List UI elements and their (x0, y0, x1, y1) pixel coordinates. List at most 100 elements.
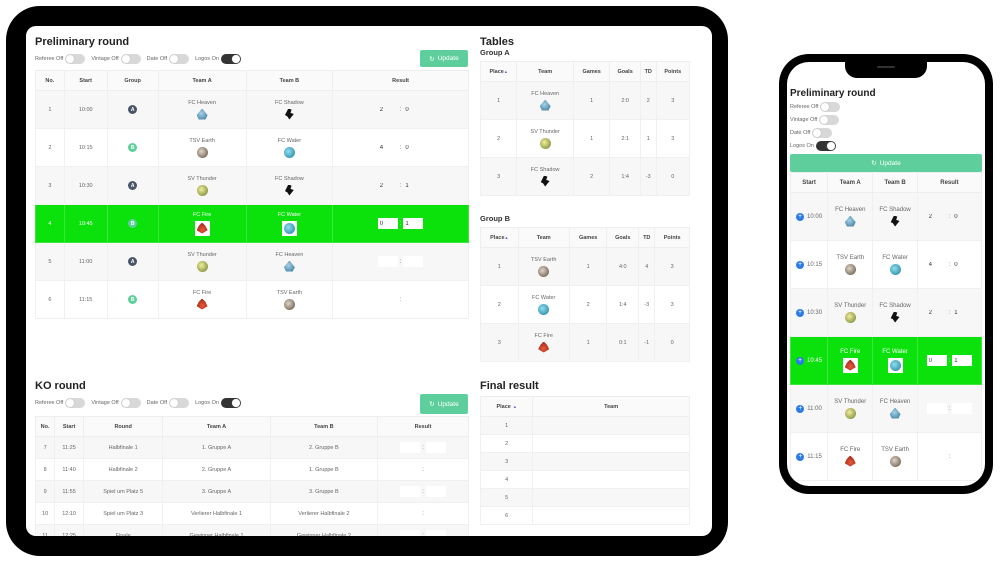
toggle-logos-on[interactable]: Logos On (195, 54, 244, 64)
score-a-input[interactable] (377, 256, 398, 267)
toggle-switch[interactable] (65, 54, 86, 64)
toggle-switch[interactable] (815, 141, 836, 151)
score-a-input[interactable] (377, 104, 398, 115)
column-header-team[interactable]: Team (517, 227, 570, 248)
score-b-input[interactable] (952, 451, 973, 462)
column-header-place[interactable]: Place▲ (479, 396, 534, 417)
expand-plus-icon[interactable]: + (796, 404, 805, 413)
phone-match-row[interactable]: +10:00 FC Heaven FC Shadow: (789, 192, 983, 241)
toggle-vintage-off[interactable]: Vintage Off (91, 398, 143, 408)
score-a-input[interactable] (926, 355, 947, 366)
column-header-round[interactable]: Round (82, 416, 164, 437)
match-row[interactable]: 6 11:15 B FC Fire TSV Earth: (35, 280, 469, 319)
column-header-team-b[interactable]: Team B (245, 70, 334, 91)
column-header-team-a[interactable]: Team A (827, 172, 874, 193)
phone-update-button[interactable]: ↻ Update (790, 154, 982, 172)
column-header-team[interactable]: Team (516, 61, 575, 82)
expand-plus-icon[interactable]: + (796, 308, 805, 317)
match-row[interactable]: 210:15 B TSV Earth FC Water: (35, 128, 469, 167)
score-a-input[interactable] (926, 451, 947, 462)
score-b-input[interactable] (425, 508, 446, 519)
ko-match-row[interactable]: 7 11:25 Halbfinale 1 1. Gruppe A 2. Gruppe B… (34, 436, 469, 459)
score-b-input[interactable] (403, 142, 424, 153)
score-a-input[interactable] (926, 211, 947, 222)
score-b-input[interactable] (403, 218, 424, 229)
phone-match-row[interactable]: +11:00 SV Thunder FC Heaven: (789, 384, 983, 433)
toggle-switch[interactable] (819, 115, 840, 125)
ko-match-row[interactable]: 9 11:55 Spiel um Platz 5 3. Gruppe A 3. Grup… (34, 480, 469, 503)
expand-plus-icon[interactable]: + (796, 212, 805, 221)
column-header-no[interactable]: No. (35, 70, 65, 91)
expand-plus-icon[interactable]: + (796, 356, 805, 365)
ko-match-row[interactable]: 10 12:10 Spiel um Platz 3 Verlierer Halbfin… (34, 502, 469, 525)
toggle-referee-off[interactable]: Referee Off (35, 54, 88, 64)
column-header-team-b[interactable]: Team B (872, 172, 918, 193)
column-header-games[interactable]: Games (573, 61, 611, 82)
column-header-goals[interactable]: Goals (606, 227, 640, 248)
preliminary-update-button[interactable]: ↻ Update (420, 50, 468, 67)
column-header-td[interactable]: TD (638, 227, 656, 248)
ko-update-button[interactable]: ↻ Update (420, 394, 468, 414)
toggle-date-off[interactable]: Date Off (790, 128, 982, 138)
toggle-switch[interactable] (169, 398, 190, 408)
match-row[interactable]: 110:00 A FC Heaven FC Shadow: (35, 90, 469, 129)
score-b-input[interactable] (952, 211, 973, 222)
score-b-input[interactable] (952, 403, 973, 414)
score-a-input[interactable] (926, 307, 947, 318)
toggle-vintage-off[interactable]: Vintage Off (790, 115, 982, 125)
toggle-date-off[interactable]: Date Off (147, 398, 192, 408)
toggle-switch[interactable] (65, 398, 86, 408)
phone-match-row[interactable]: +11:15 FC Fire TSV Earth: (789, 432, 983, 481)
phone-match-row[interactable]: +10:45 FC Fire FC Water: (789, 336, 983, 385)
score-b-input[interactable] (403, 180, 424, 191)
column-header-team[interactable]: Team (532, 396, 690, 417)
column-header-result[interactable]: Result (916, 172, 983, 193)
column-header-place[interactable]: Place▲ (479, 61, 518, 82)
score-a-input[interactable] (400, 508, 421, 519)
score-b-input[interactable] (403, 256, 424, 267)
toggle-switch[interactable] (812, 128, 833, 138)
score-a-input[interactable] (377, 142, 398, 153)
column-header-games[interactable]: Games (568, 227, 608, 248)
score-b-input[interactable] (952, 259, 973, 270)
score-a-input[interactable] (926, 403, 947, 414)
toggle-vintage-off[interactable]: Vintage Off (91, 54, 143, 64)
column-header-team-a[interactable]: Team A (157, 70, 247, 91)
column-header-start[interactable]: Start (63, 70, 108, 91)
score-a-input[interactable] (377, 294, 398, 305)
score-a-input[interactable] (400, 464, 421, 475)
toggle-switch[interactable] (120, 398, 141, 408)
column-header-place[interactable]: Place▲ (480, 227, 519, 248)
column-header-team-b[interactable]: Team B (269, 416, 379, 437)
score-a-input[interactable] (926, 259, 947, 270)
match-row[interactable]: 5 11:00 A SV Thunder FC Heaven: (35, 242, 469, 281)
score-a-input[interactable] (400, 530, 421, 536)
toggle-switch[interactable] (120, 54, 141, 64)
column-header-start[interactable]: Start (54, 416, 84, 437)
column-header-td[interactable]: TD (639, 61, 657, 82)
score-a-input[interactable] (377, 180, 398, 191)
score-b-input[interactable] (952, 355, 973, 366)
expand-plus-icon[interactable]: + (796, 452, 805, 461)
toggle-switch[interactable] (220, 398, 241, 408)
score-b-input[interactable] (425, 530, 446, 536)
phone-match-row[interactable]: +10:15 TSV Earth FC Water: (789, 240, 983, 289)
toggle-switch[interactable] (169, 54, 190, 64)
column-header-team-a[interactable]: Team A (162, 416, 271, 437)
score-a-input[interactable] (400, 442, 421, 453)
column-header-points[interactable]: Points (654, 227, 690, 248)
match-row[interactable]: 310:30 A SV Thunder FC Shadow: (35, 166, 469, 205)
column-header-result[interactable]: Result (332, 70, 469, 91)
column-header-goals[interactable]: Goals (609, 61, 641, 82)
ko-match-row[interactable]: 8 11:40 Halbfinale 2 2. Gruppe A 1. Gruppe B… (34, 458, 469, 481)
toggle-switch[interactable] (220, 54, 241, 64)
score-a-input[interactable] (377, 218, 398, 229)
column-header-start[interactable]: Start (789, 172, 829, 193)
toggle-referee-off[interactable]: Referee Off (790, 102, 982, 112)
toggle-date-off[interactable]: Date Off (147, 54, 192, 64)
score-b-input[interactable] (403, 294, 424, 305)
expand-plus-icon[interactable]: + (796, 260, 805, 269)
score-a-input[interactable] (400, 486, 421, 497)
match-row[interactable]: 410:45 B FC Fire FC Water: (35, 204, 469, 243)
score-b-input[interactable] (952, 307, 973, 318)
